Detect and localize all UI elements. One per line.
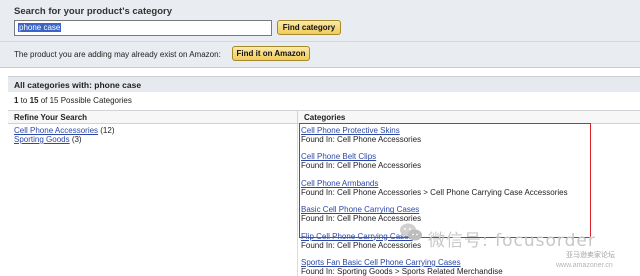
refine-link-cell-phone-accessories[interactable]: Cell Phone Accessories bbox=[14, 126, 98, 135]
refine-count: (3) bbox=[69, 135, 82, 144]
wechat-logo-icon bbox=[400, 223, 422, 241]
refine-item: Cell Phone Accessories (12) bbox=[14, 126, 115, 135]
highlight-box bbox=[299, 123, 591, 238]
results-header-text: All categories with: phone case bbox=[14, 80, 142, 90]
category-search-input[interactable]: phone case bbox=[14, 20, 272, 36]
refine-count: (12) bbox=[98, 126, 115, 135]
refine-column-header: Refine Your Search bbox=[8, 110, 297, 124]
find-category-button[interactable]: Find category bbox=[277, 20, 341, 35]
refine-item: Sporting Goods (3) bbox=[14, 135, 115, 144]
refine-link-sporting-goods[interactable]: Sporting Goods bbox=[14, 135, 70, 144]
watermark-text: 微信号: focusorder bbox=[428, 231, 596, 251]
categories-column-header: Categories bbox=[297, 110, 640, 124]
column-divider bbox=[297, 124, 298, 276]
search-panel: Search for your product's category phone… bbox=[0, 0, 640, 68]
exist-on-amazon-text: The product you are adding may already e… bbox=[14, 50, 221, 59]
watermark-site: www.amazoner.cn bbox=[556, 262, 613, 269]
watermark-subtext: 亚马逊卖家论坛 bbox=[566, 252, 615, 259]
results-header: All categories with: phone case bbox=[8, 76, 640, 92]
refine-list: Cell Phone Accessories (12) Sporting Goo… bbox=[14, 126, 115, 144]
search-title: Search for your product's category bbox=[14, 6, 172, 17]
range-mid: to bbox=[18, 96, 30, 105]
results-range: 1 to 15 of 15 Possible Categories bbox=[14, 96, 132, 105]
find-on-amazon-button[interactable]: Find it on Amazon bbox=[232, 46, 310, 61]
range-rest: of 15 Possible Categories bbox=[38, 96, 132, 105]
search-input-value: phone case bbox=[18, 23, 62, 32]
panel-divider bbox=[0, 41, 640, 42]
